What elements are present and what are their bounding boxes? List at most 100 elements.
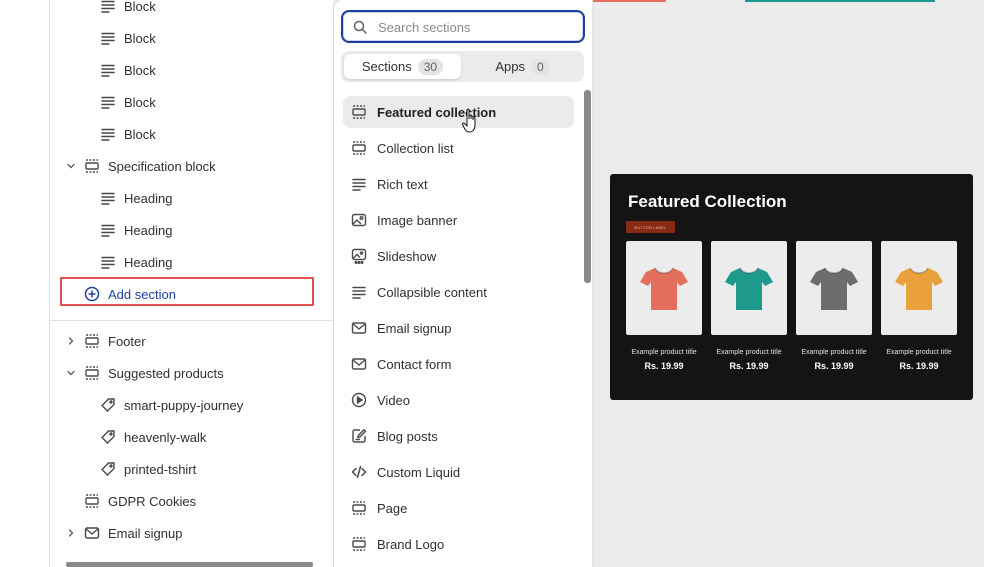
section-icon — [84, 333, 100, 349]
section-option-label: Brand Logo — [377, 536, 445, 552]
chevron-right-icon[interactable] — [65, 527, 77, 539]
section-option[interactable]: Custom Liquid — [343, 456, 574, 488]
product-price: Rs. 19.99 — [814, 361, 854, 371]
section-icon — [351, 104, 367, 120]
tab-sections[interactable]: Sections 30 — [344, 54, 461, 79]
tree-item[interactable]: Heading — [100, 219, 172, 241]
tag-icon — [100, 397, 116, 413]
section-option[interactable]: Image banner — [343, 204, 574, 236]
tree-item[interactable]: Email signup — [84, 522, 182, 544]
tree-item[interactable]: Block — [100, 27, 156, 49]
tree-item[interactable]: Heading — [100, 187, 172, 209]
tree-item[interactable]: Suggested products — [84, 362, 224, 384]
tree-item[interactable]: Heading — [100, 251, 172, 273]
tab-label: Apps — [495, 59, 525, 74]
tree-item-label: smart-puppy-journey — [124, 397, 244, 413]
tree-item-label: Email signup — [108, 525, 183, 541]
tree-item-label: Heading — [124, 222, 173, 238]
product-price: Rs. 19.99 — [899, 361, 939, 371]
chevron-right-icon[interactable] — [65, 335, 77, 347]
preview-top-strip — [592, 0, 666, 2]
product-card: Example product title Rs. 19.99 — [711, 241, 787, 371]
tshirt-image — [711, 241, 787, 335]
product-title: Example product title — [631, 349, 697, 356]
section-option[interactable]: Video — [343, 384, 574, 416]
section-icon — [84, 365, 100, 381]
chevron-down-icon[interactable] — [65, 160, 77, 172]
text-block-icon — [351, 284, 367, 300]
tab-count-badge: 0 — [530, 58, 550, 75]
section-option[interactable]: Contact form — [343, 348, 574, 380]
section-option-label: Email signup — [377, 320, 452, 336]
tree-divider — [50, 320, 333, 321]
tree-indent-guide — [49, 0, 50, 567]
tree-item[interactable]: Block — [100, 0, 156, 17]
text-block-icon — [100, 126, 116, 142]
section-option[interactable]: Brand Logo — [343, 528, 574, 560]
tree-item-label: Footer — [108, 333, 146, 349]
tree-item-label: heavenly-walk — [124, 429, 207, 445]
text-block-icon — [100, 30, 116, 46]
tree-item-label: printed-tshirt — [124, 461, 197, 477]
tshirt-image — [881, 241, 957, 335]
section-option[interactable]: Blog posts — [343, 420, 574, 452]
product-title: Example product title — [886, 349, 952, 356]
tag-icon — [100, 429, 116, 445]
envelope-icon — [351, 356, 367, 372]
preview-top-strip — [745, 0, 935, 2]
tree-item[interactable]: Block — [100, 123, 156, 145]
tree-item[interactable]: heavenly-walk — [100, 426, 206, 448]
code-icon — [351, 464, 367, 480]
chevron-down-icon[interactable] — [65, 367, 77, 379]
vertical-scrollbar[interactable] — [584, 90, 591, 283]
slideshow-icon — [351, 248, 367, 264]
section-icon — [84, 158, 100, 174]
tab-apps[interactable]: Apps 0 — [464, 54, 581, 79]
tree-item[interactable]: printed-tshirt — [100, 458, 196, 480]
search-field[interactable] — [341, 10, 585, 43]
product-price: Rs. 19.99 — [729, 361, 769, 371]
preview-title: Featured Collection — [628, 192, 787, 211]
section-option[interactable]: Rich text — [343, 168, 574, 200]
tree-item-label: Block — [124, 126, 156, 142]
section-option[interactable]: Page — [343, 492, 574, 524]
horizontal-scrollbar[interactable] — [66, 562, 313, 567]
tree-item[interactable]: Specification block — [84, 155, 216, 177]
section-icon — [351, 140, 367, 156]
preview-button: BUTTON LABEL — [626, 221, 675, 233]
tab-count-badge: 30 — [417, 58, 444, 75]
tree-item-label: Block — [124, 0, 156, 14]
text-block-icon — [100, 94, 116, 110]
tree-item[interactable]: GDPR Cookies — [84, 490, 196, 512]
section-option[interactable]: Email signup — [343, 312, 574, 344]
search-icon — [353, 20, 367, 34]
tree-item-label: Heading — [124, 254, 173, 270]
section-tabs: Sections 30 Apps 0 — [341, 51, 584, 82]
text-block-icon — [351, 176, 367, 192]
text-block-icon — [100, 222, 116, 238]
text-block-icon — [100, 0, 116, 14]
hand-pointer-icon — [462, 108, 482, 134]
section-option-label: Video — [377, 392, 411, 408]
tab-label: Sections — [361, 59, 412, 74]
image-icon — [351, 212, 367, 228]
text-block-icon — [100, 62, 116, 78]
tree-item[interactable]: Block — [100, 91, 156, 113]
tree-item[interactable]: smart-puppy-journey — [100, 394, 243, 416]
search-input[interactable] — [378, 18, 578, 36]
section-option[interactable]: Slideshow — [343, 240, 574, 272]
tree-item-label: Heading — [124, 190, 173, 206]
section-option[interactable]: Collection list — [343, 132, 574, 164]
section-option[interactable]: Featured collection — [343, 96, 574, 128]
product-title: Example product title — [716, 349, 782, 356]
tree-item[interactable]: Block — [100, 59, 156, 81]
product-card: Example product title Rs. 19.99 — [796, 241, 872, 371]
tag-icon — [100, 461, 116, 477]
tree-item[interactable]: Footer — [84, 330, 146, 352]
section-option-label: Slideshow — [377, 248, 437, 264]
tshirt-image — [626, 241, 702, 335]
section-option[interactable]: Collapsible content — [343, 276, 574, 308]
edit-icon — [351, 428, 367, 444]
product-title: Example product title — [801, 349, 867, 356]
play-icon — [351, 392, 367, 408]
